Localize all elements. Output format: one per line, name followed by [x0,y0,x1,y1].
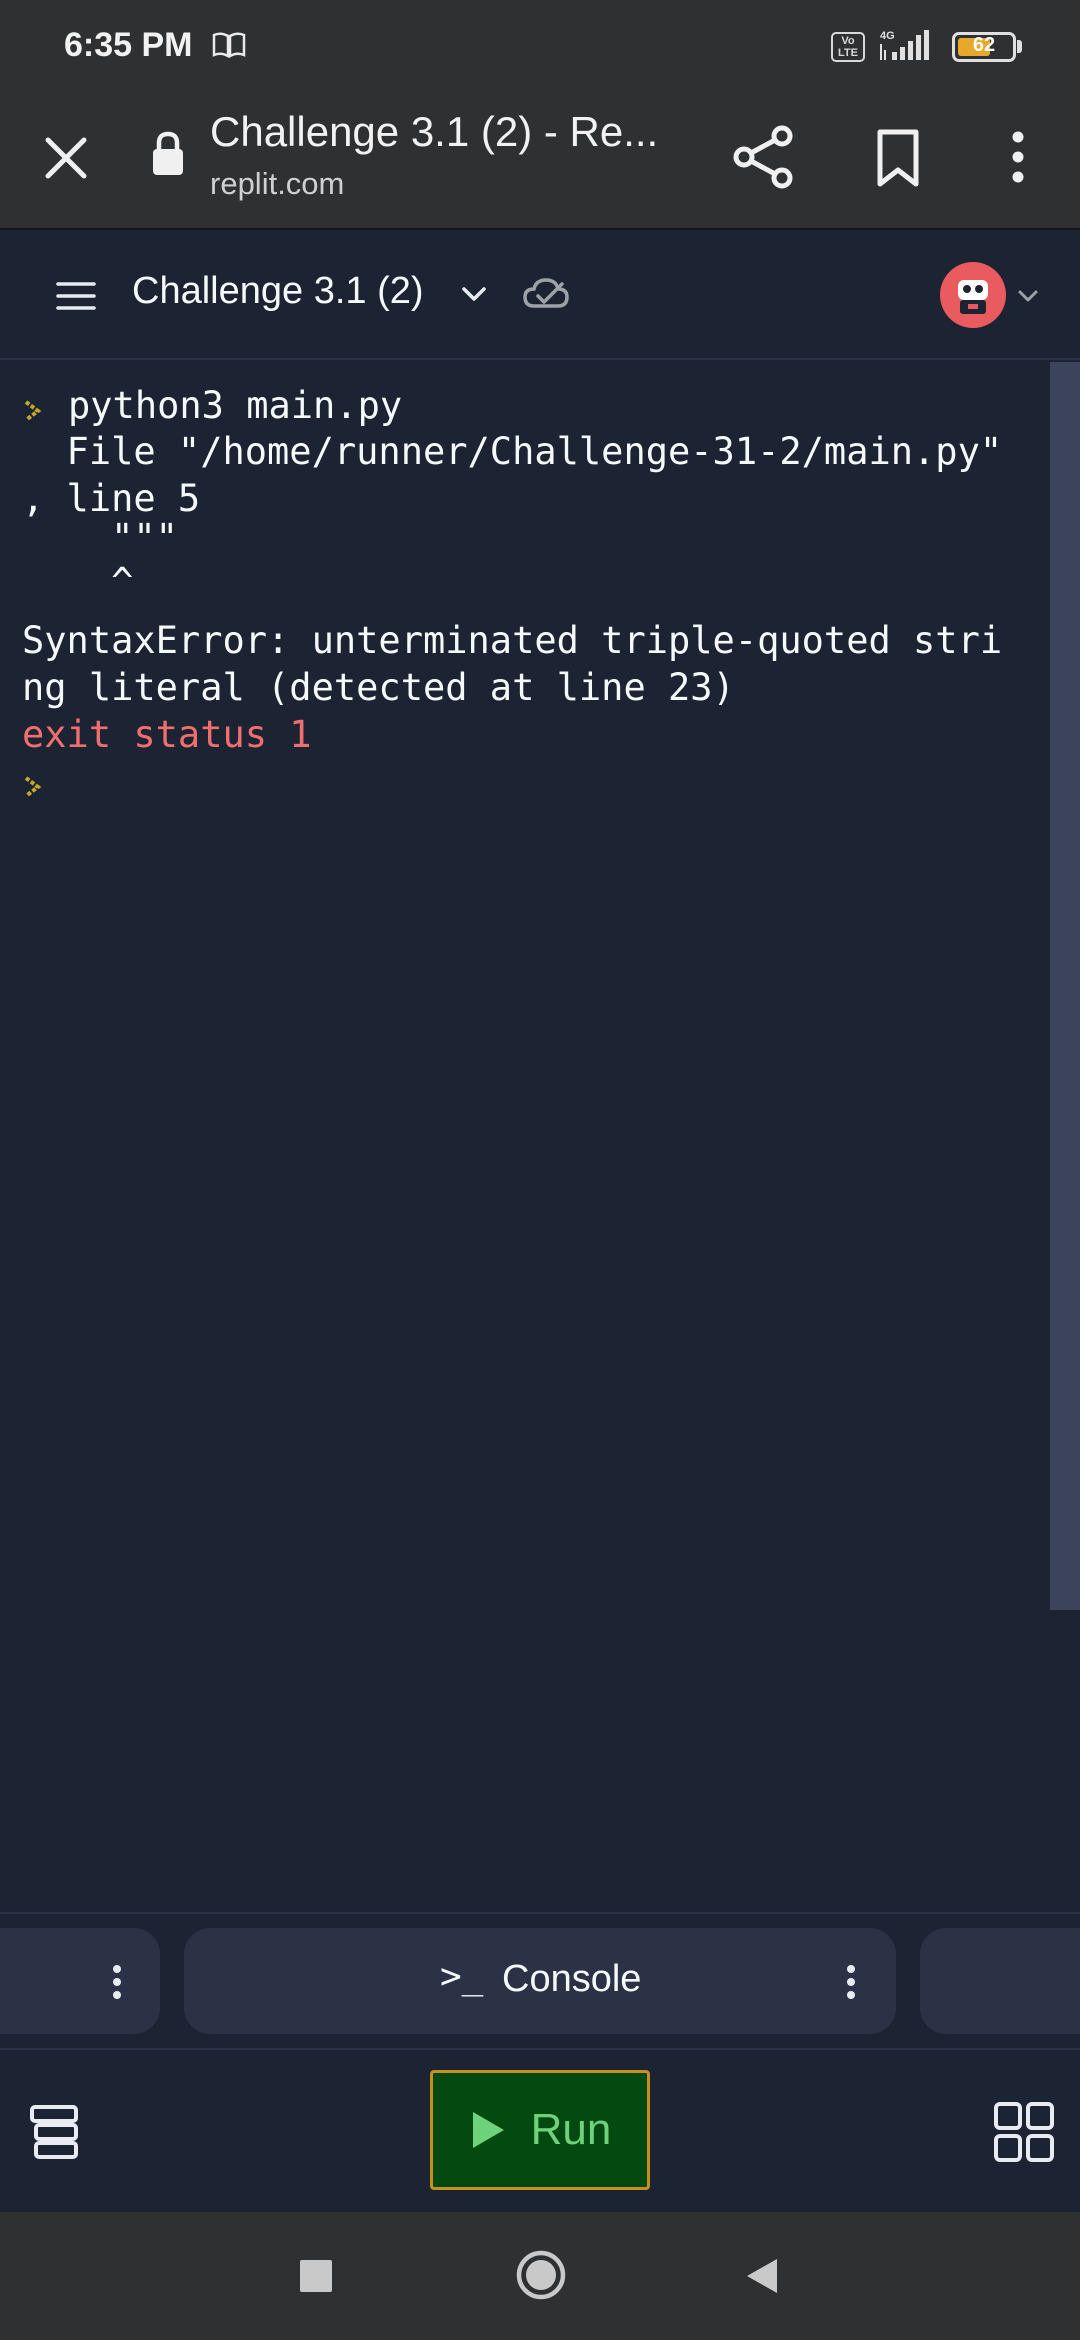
tab-console-label: Console [502,1958,642,2000]
browser-toolbar: Challenge 3.1 (2) - Re... replit.com [0,92,1080,230]
battery-icon: 62 [952,32,1016,62]
console-line-command: python3 main.py [68,384,403,427]
avatar[interactable] [940,262,1006,328]
pane-tabs: >_ Console [0,1912,1080,2048]
browser-url: replit.com [210,166,345,201]
avatar-icon [958,280,988,314]
tab-right[interactable] [920,1928,1080,2034]
console-line: File "/home/runner/Challenge-31-2/main.p… [22,430,1003,473]
more-vertical-icon[interactable] [112,1964,122,2000]
exit-status: exit status 1 [22,713,312,756]
volte-icon: Vo LTE [831,32,865,62]
browser-page-title: Challenge 3.1 (2) - Re... [210,108,659,155]
book-icon [212,32,246,58]
battery-level: 62 [972,34,996,56]
console-line-error: SyntaxError: unterminated triple-quoted … [22,619,1003,662]
grid-icon[interactable] [992,2100,1056,2164]
console-line: """ [22,516,178,559]
repl-name[interactable]: Challenge 3.1 (2) [132,270,424,313]
run-label: Run [530,2105,612,2154]
console-line-error: ng literal (detected at line 23) [22,666,735,709]
lock-icon [153,131,183,175]
home-icon[interactable] [514,2248,568,2302]
close-button[interactable] [34,126,98,190]
tab-left[interactable] [0,1928,160,2034]
close-icon [45,137,87,179]
bookmark-icon[interactable] [868,122,928,192]
repl-header: Challenge 3.1 (2) [0,232,1080,360]
bottom-toolbar: Run [0,2048,1080,2212]
console-output[interactable]: python3 main.py File "/home/runner/Chall… [0,362,1048,1912]
tab-console[interactable]: >_ Console [184,1928,896,2034]
status-bar: 6:35 PM Vo LTE 4G 62 [0,0,1080,92]
recents-icon[interactable] [300,2260,332,2292]
play-icon [472,2112,504,2148]
prompt-icon [24,400,42,422]
chevron-down-icon[interactable] [458,278,490,310]
more-vertical-icon[interactable] [1000,122,1036,192]
more-vertical-icon[interactable] [846,1964,856,2000]
run-button[interactable]: Run [430,2070,650,2190]
scrollbar-thumb[interactable] [1050,362,1080,1610]
console-icon: >_ [440,1956,484,1997]
cloud-check-icon [523,278,569,308]
system-nav-bar [0,2212,1080,2340]
back-icon[interactable] [744,2256,780,2296]
status-time: 6:35 PM [64,26,193,64]
console-line: ^ [22,560,134,603]
avatar-chevron-down-icon[interactable] [1014,282,1042,310]
network-type: 4G [880,30,895,42]
share-icon[interactable] [730,122,800,192]
hamburger-menu-icon[interactable] [52,272,100,320]
prompt-icon [24,776,42,798]
signal-icon: 4G [880,30,929,60]
battery-tip [1017,40,1022,53]
database-icon[interactable] [26,2102,86,2162]
